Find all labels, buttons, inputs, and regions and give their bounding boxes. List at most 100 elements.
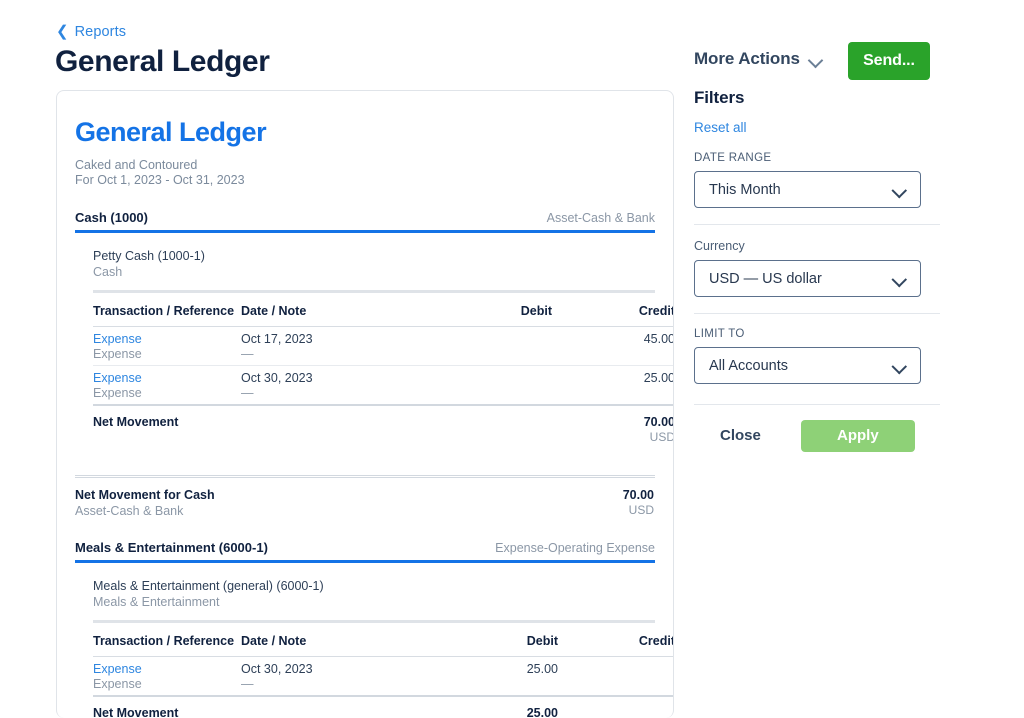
section-divider xyxy=(75,560,655,563)
cell-debit: 25.00 xyxy=(462,656,558,696)
subaccount-meals-general: Meals & Entertainment (general) (6000-1)… xyxy=(75,579,673,718)
cell-date: Oct 17, 2023 — xyxy=(241,326,456,366)
transaction-note: — xyxy=(241,677,254,691)
transaction-date: Oct 30, 2023 xyxy=(241,662,313,676)
col-debit: Debit xyxy=(526,634,558,648)
cell-date: Oct 30, 2023 — xyxy=(241,365,456,405)
filter-label-currency: Currency xyxy=(694,239,745,253)
ledger-section-cash: Cash (1000) Asset-Cash & Bank Petty Cash… xyxy=(75,210,673,518)
breadcrumb-label: Reports xyxy=(74,24,127,40)
table-row[interactable]: Expense Expense Oct 30, 2023 — 25.00 xyxy=(93,656,673,696)
transaction-subtype: Expense xyxy=(93,386,142,400)
table-row[interactable]: Expense Expense Oct 30, 2023 — 25.00 xyxy=(93,365,673,405)
report-subtitle: Caked and Contoured For Oct 1, 2023 - Oc… xyxy=(75,158,655,188)
col-transaction: Transaction / Reference xyxy=(93,634,235,648)
report-card: General Ledger Caked and Contoured For O… xyxy=(56,90,674,718)
section-header: Cash (1000) Asset-Cash & Bank xyxy=(75,210,655,230)
section-total-labels: Net Movement for Cash Asset-Cash & Bank xyxy=(75,488,215,518)
filter-group-limit-to: LIMIT TO All Accounts xyxy=(694,313,940,384)
date-range-select[interactable]: This Month xyxy=(694,171,921,208)
transaction-date: Oct 30, 2023 xyxy=(241,371,313,385)
col-date: Date / Note xyxy=(241,304,307,318)
chevron-down-icon xyxy=(809,55,822,63)
section-header: Meals & Entertainment (6000-1) Expense-O… xyxy=(75,540,655,560)
more-actions-label: More Actions xyxy=(694,49,800,68)
subaccount-name: Meals & Entertainment (general) (6000-1) xyxy=(93,579,324,593)
section-classification: Expense-Operating Expense xyxy=(495,541,655,555)
filters-title: Filters xyxy=(694,88,745,107)
currency-value: USD — US dollar xyxy=(709,270,822,287)
section-divider xyxy=(75,230,655,233)
cell-credit: 45.00 xyxy=(552,326,673,366)
col-credit: Credit xyxy=(638,634,674,648)
table-row[interactable]: Expense Expense Oct 17, 2023 — 45.00 xyxy=(93,326,673,366)
section-name: Cash (1000) xyxy=(75,210,148,225)
close-button[interactable]: Close xyxy=(694,419,783,452)
net-movement-currency: USD xyxy=(649,430,674,444)
report-title: General Ledger xyxy=(75,117,267,147)
net-movement-debit xyxy=(456,404,552,448)
transaction-note: — xyxy=(241,347,254,361)
more-actions-menu[interactable]: More Actions xyxy=(694,49,822,69)
cell-debit xyxy=(456,326,552,366)
net-movement-row: Net Movement 25.00 USD xyxy=(93,695,673,718)
date-range-value: This Month xyxy=(709,181,781,198)
transaction-link[interactable]: Expense xyxy=(93,662,241,676)
cell-transaction: Expense Expense xyxy=(93,365,241,405)
section-total-classification: Asset-Cash & Bank xyxy=(75,504,184,518)
transaction-note: — xyxy=(241,386,254,400)
transaction-subtype: Expense xyxy=(93,677,142,691)
subaccount-type: Meals & Entertainment xyxy=(93,595,220,609)
cell-transaction: Expense Expense xyxy=(93,326,241,366)
filter-group-date-range: DATE RANGE This Month xyxy=(694,152,940,208)
chevron-left-icon: ❮ xyxy=(56,22,69,40)
section-total-currency: USD xyxy=(628,503,654,517)
net-movement-credit-amount: 70.00 xyxy=(643,415,674,429)
table-header-row: Transaction / Reference Date / Note Debi… xyxy=(93,623,674,657)
currency-select[interactable]: USD — US dollar xyxy=(694,260,921,297)
net-movement-spacer xyxy=(241,404,456,448)
net-movement-row: Net Movement 70.00 USD xyxy=(93,404,674,448)
filter-group-currency: Currency USD — US dollar xyxy=(694,224,940,297)
section-total-values: 70.00 USD xyxy=(509,488,655,518)
section-total-amount: 70.00 xyxy=(622,488,654,502)
net-movement-spacer xyxy=(241,695,462,718)
transaction-date: Oct 17, 2023 xyxy=(241,332,313,346)
breadcrumb-reports[interactable]: ❮ Reports xyxy=(56,22,127,41)
filter-label-limit-to: LIMIT TO xyxy=(694,328,745,340)
chevron-down-icon xyxy=(893,274,905,282)
section-total-label: Net Movement for Cash xyxy=(75,488,215,502)
cell-credit xyxy=(558,656,673,696)
section-classification: Asset-Cash & Bank xyxy=(546,211,655,225)
chevron-down-icon xyxy=(893,185,905,193)
transaction-link[interactable]: Expense xyxy=(93,371,241,385)
net-movement-credit: 70.00 USD xyxy=(552,404,674,448)
net-movement-label: Net Movement xyxy=(93,404,241,448)
filter-actions: Close Apply xyxy=(694,404,940,452)
transaction-link[interactable]: Expense xyxy=(93,332,241,346)
cell-debit xyxy=(456,365,552,405)
col-transaction: Transaction / Reference xyxy=(93,304,235,318)
ledger-table: Transaction / Reference Date / Note Debi… xyxy=(93,293,674,448)
net-movement-label: Net Movement xyxy=(93,695,241,718)
ledger-table: Transaction / Reference Date / Note Debi… xyxy=(93,623,674,718)
subaccount-petty-cash: Petty Cash (1000-1) Cash Transaction / R… xyxy=(75,249,673,448)
filters-panel: Filters Reset all DATE RANGE This Month … xyxy=(694,88,940,452)
limit-to-value: All Accounts xyxy=(709,357,788,374)
cell-credit: 25.00 xyxy=(552,365,673,405)
filter-label-date-range: DATE RANGE xyxy=(694,152,772,164)
net-movement-debit-amount: 25.00 xyxy=(526,706,558,718)
table-header-row: Transaction / Reference Date / Note Debi… xyxy=(93,293,674,327)
cell-date: Oct 30, 2023 — xyxy=(241,656,462,696)
net-movement-credit xyxy=(558,695,673,718)
subaccount-name: Petty Cash (1000-1) xyxy=(93,249,205,263)
chevron-down-icon xyxy=(893,361,905,369)
reset-all-link[interactable]: Reset all xyxy=(694,120,940,135)
section-name: Meals & Entertainment (6000-1) xyxy=(75,540,268,555)
cell-transaction: Expense Expense xyxy=(93,656,241,696)
limit-to-select[interactable]: All Accounts xyxy=(694,347,921,384)
send-button[interactable]: Send... xyxy=(848,42,930,80)
apply-button[interactable]: Apply xyxy=(800,419,915,452)
net-movement-debit: 25.00 USD xyxy=(462,695,558,718)
col-credit: Credit xyxy=(638,304,674,318)
